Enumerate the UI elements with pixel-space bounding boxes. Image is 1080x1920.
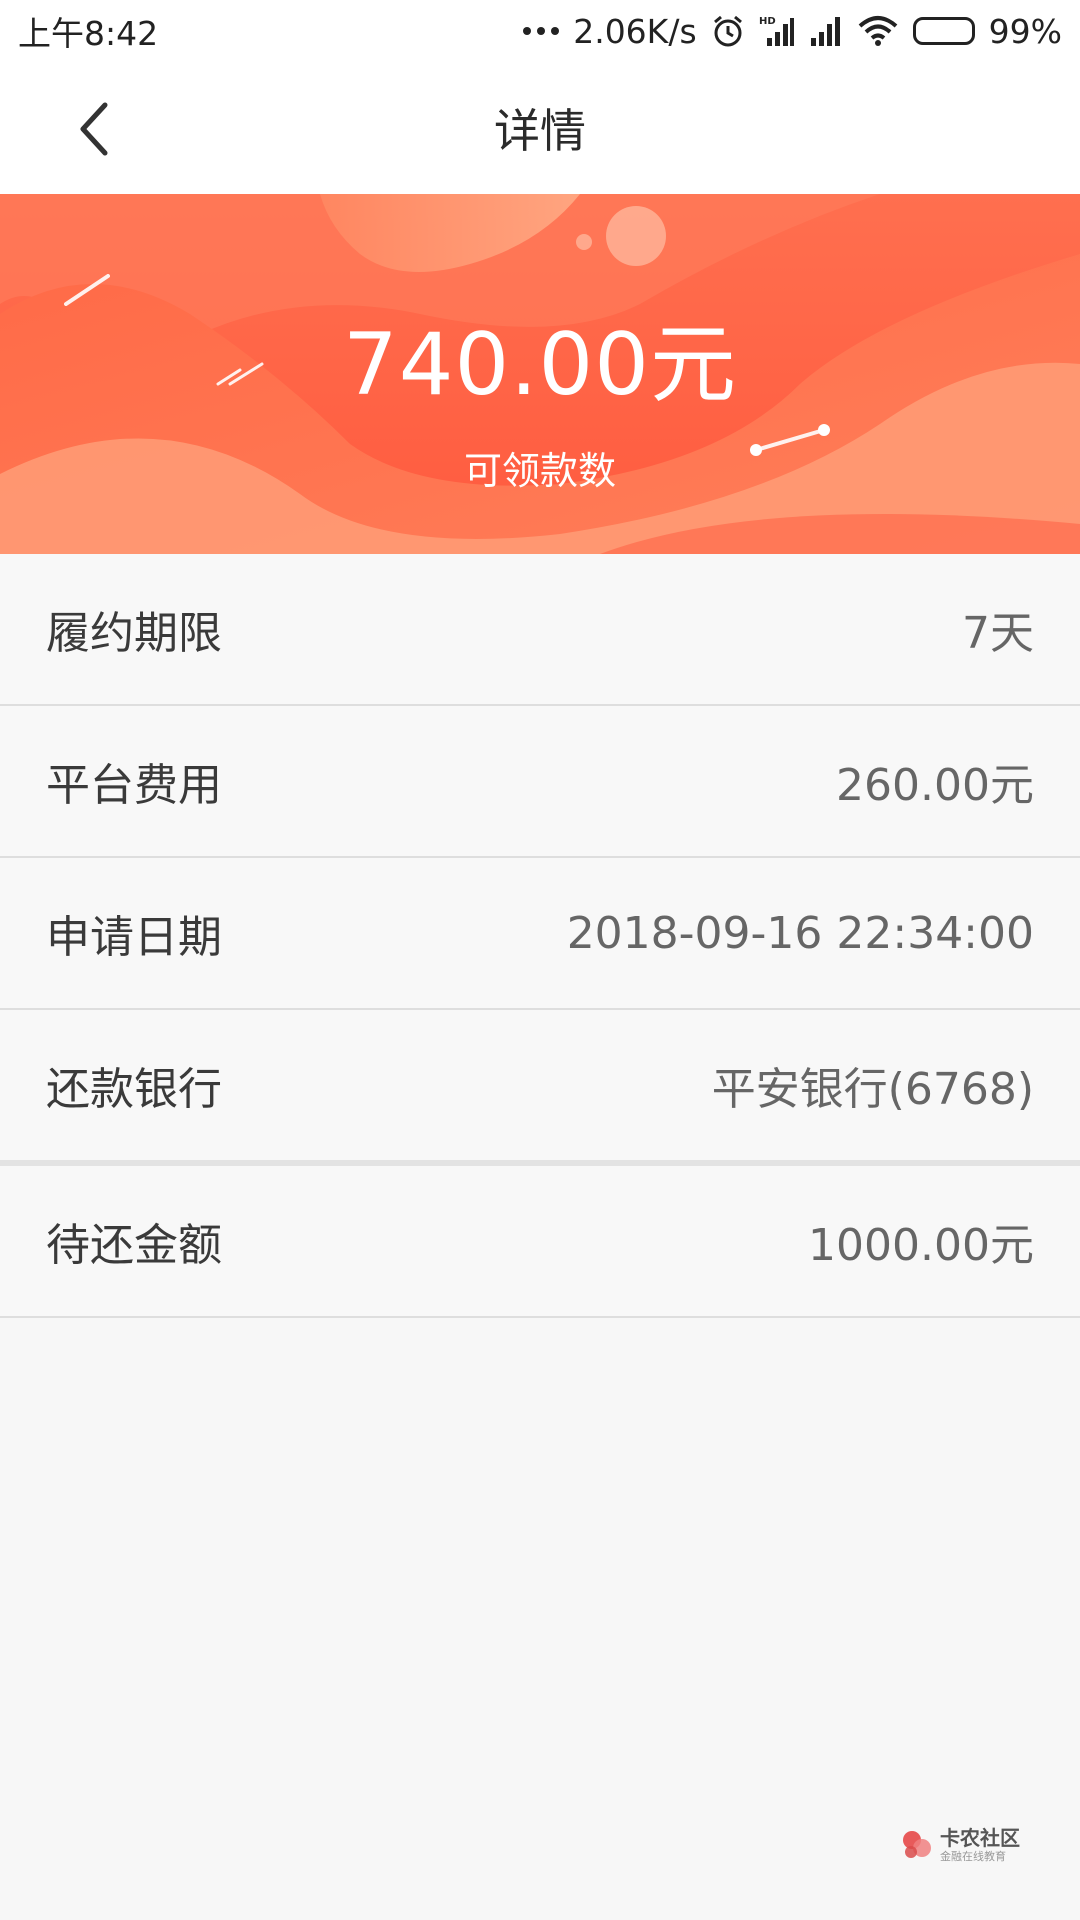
back-button[interactable] bbox=[60, 94, 130, 164]
nav-bar: 详情 bbox=[0, 62, 1080, 194]
detail-row-platform-fee: 平台费用 260.00元 bbox=[0, 706, 1080, 858]
watermark-title: 卡农社区 bbox=[940, 1826, 1020, 1850]
row-value: 平安银行(6768) bbox=[711, 1064, 1034, 1115]
network-speed: 2.06K/s bbox=[573, 11, 697, 51]
row-value: 7天 bbox=[962, 608, 1034, 659]
available-amount: 740.00元 bbox=[343, 315, 737, 415]
available-amount-label: 可领款数 bbox=[463, 449, 616, 493]
watermark-text: 卡农社区 金融在线教育 bbox=[940, 1828, 1020, 1862]
detail-list: 履约期限 7天 平台费用 260.00元 申请日期 2018-09-16 22:… bbox=[0, 554, 1080, 1318]
alarm-icon bbox=[713, 15, 742, 47]
row-label: 申请日期 bbox=[46, 912, 222, 963]
row-value: 260.00元 bbox=[836, 760, 1034, 811]
hero-banner: 740.00元 可领款数 bbox=[0, 194, 1080, 554]
wifi-icon bbox=[858, 16, 897, 46]
detail-row-term: 履约期限 7天 bbox=[0, 554, 1080, 706]
kanong-logo-icon bbox=[903, 1831, 931, 1858]
row-value: 1000.00元 bbox=[808, 1220, 1034, 1271]
svg-text:HD: HD bbox=[759, 16, 776, 27]
hd-signal-icon: HD bbox=[759, 16, 794, 46]
status-icons: 2.06K/s HD 99% bbox=[523, 12, 1062, 51]
detail-row-apply-date: 申请日期 2018-09-16 22:34:00 bbox=[0, 858, 1080, 1010]
row-label: 还款银行 bbox=[46, 1064, 222, 1115]
status-time: 上午8:42 bbox=[18, 14, 159, 53]
page-title: 详情 bbox=[494, 104, 586, 158]
chevron-left-icon bbox=[80, 102, 108, 156]
more-dots-icon bbox=[523, 27, 560, 35]
row-label: 待还金额 bbox=[46, 1220, 222, 1271]
battery-icon bbox=[912, 17, 975, 45]
battery-percent: 99% bbox=[988, 11, 1062, 51]
row-label: 平台费用 bbox=[46, 760, 222, 811]
row-value: 2018-09-16 22:34:00 bbox=[566, 907, 1034, 959]
watermark-subtitle: 金融在线教育 bbox=[940, 1850, 1006, 1863]
status-bar: 上午8:42 2.06K/s HD 99% bbox=[0, 0, 1080, 62]
detail-row-amount-due: 待还金额 1000.00元 bbox=[0, 1166, 1080, 1318]
watermark-logo: 卡农社区 金融在线教育 bbox=[900, 1828, 1020, 1862]
signal-icon bbox=[810, 17, 840, 46]
row-label: 履约期限 bbox=[46, 608, 222, 659]
detail-row-repay-bank: 还款银行 平安银行(6768) bbox=[0, 1010, 1080, 1166]
